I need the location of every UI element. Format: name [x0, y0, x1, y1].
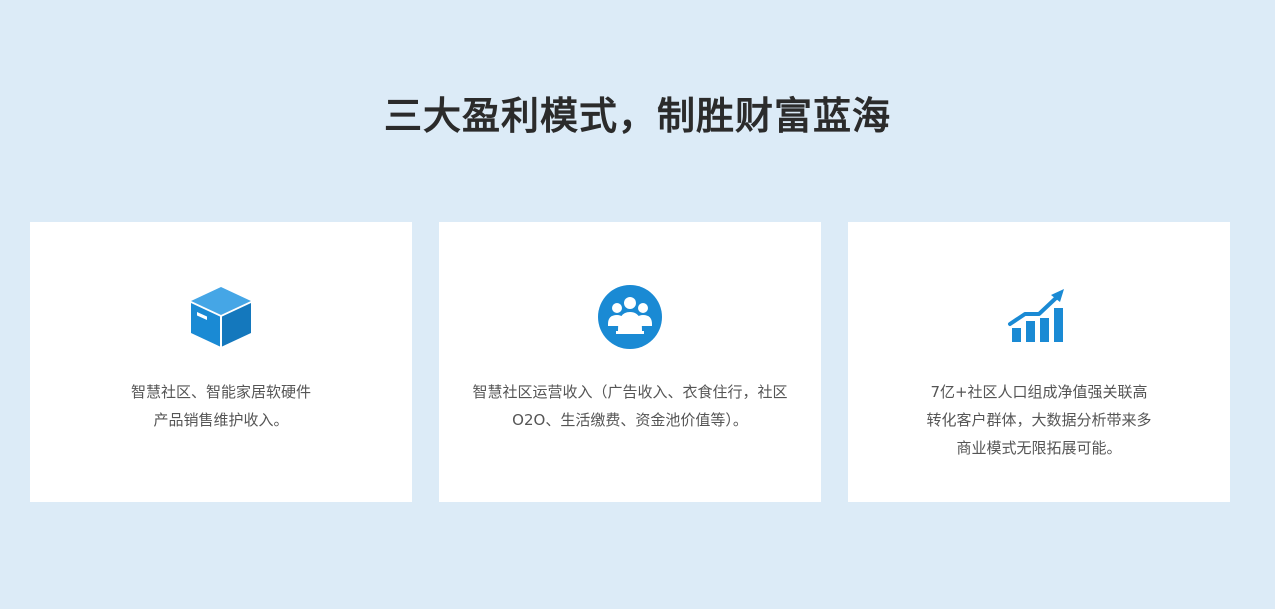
card-text-line: 智慧社区、智能家居软硬件: [130, 383, 311, 401]
card-hardware-sales: 智慧社区、智能家居软硬件 产品销售维护收入。: [30, 222, 412, 502]
page-title: 三大盈利模式，制胜财富蓝海: [383, 94, 891, 138]
card-text-line: 7亿+社区人口组成净值强关联高: [930, 383, 1148, 401]
card-text-line: 智慧社区运营收入（广告收入、衣食住行，社区: [472, 383, 788, 401]
card-description: 智慧社区运营收入（广告收入、衣食住行，社区 O2O、生活缴费、资金池价值等）。: [459, 378, 801, 434]
growth-chart-icon: [1006, 284, 1072, 350]
card-text-line: 商业模式无限拓展可能。: [956, 439, 1122, 457]
card-text-line: 产品销售维护收入。: [153, 411, 289, 429]
card-description: 智慧社区、智能家居软硬件 产品销售维护收入。: [50, 378, 392, 434]
card-description: 7亿+社区人口组成净值强关联高 转化客户群体，大数据分析带来多 商业模式无限拓展…: [868, 378, 1210, 462]
users-icon: [597, 284, 663, 350]
revenue-model-cards: 智慧社区、智能家居软硬件 产品销售维护收入。 智慧社区运营收入（广告收入、衣食住…: [30, 222, 1230, 502]
box-icon: [188, 284, 254, 350]
card-text-line: 转化客户群体，大数据分析带来多: [926, 411, 1152, 429]
card-big-data: 7亿+社区人口组成净值强关联高 转化客户群体，大数据分析带来多 商业模式无限拓展…: [848, 222, 1230, 502]
card-community-operation: 智慧社区运营收入（广告收入、衣食住行，社区 O2O、生活缴费、资金池价值等）。: [439, 222, 821, 502]
card-text-line: O2O、生活缴费、资金池价值等）。: [512, 411, 748, 429]
